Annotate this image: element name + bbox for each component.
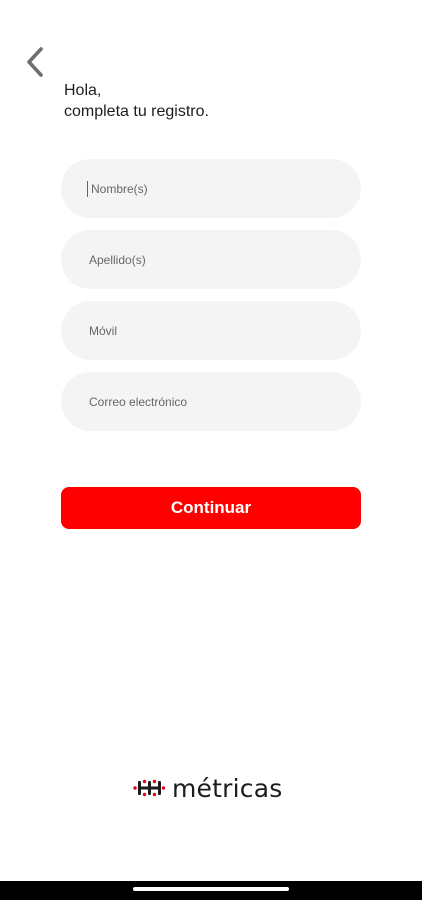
mobile-field[interactable] <box>61 301 361 360</box>
metricas-logo-icon <box>133 779 165 797</box>
text-cursor <box>87 180 88 197</box>
registration-form <box>61 159 361 443</box>
brand-logo: métricas <box>133 770 282 806</box>
back-button[interactable] <box>18 44 52 80</box>
first-name-input[interactable] <box>89 180 335 197</box>
last-name-field[interactable] <box>61 230 361 289</box>
registration-screen: Hola, completa tu registro. Continuar <box>0 0 422 900</box>
home-indicator[interactable] <box>133 887 289 891</box>
system-navigation-bar <box>0 881 422 900</box>
email-input[interactable] <box>87 393 335 410</box>
mobile-input[interactable] <box>87 322 335 339</box>
first-name-field[interactable] <box>61 159 361 218</box>
greeting-line-1: Hola, <box>64 82 102 99</box>
greeting-heading: Hola, completa tu registro. <box>64 80 209 122</box>
brand-name: métricas <box>172 773 283 803</box>
last-name-input[interactable] <box>87 251 335 268</box>
greeting-line-2: completa tu registro. <box>64 103 209 120</box>
continue-button[interactable]: Continuar <box>61 487 361 529</box>
email-field[interactable] <box>61 372 361 431</box>
chevron-left-icon <box>27 47 43 77</box>
